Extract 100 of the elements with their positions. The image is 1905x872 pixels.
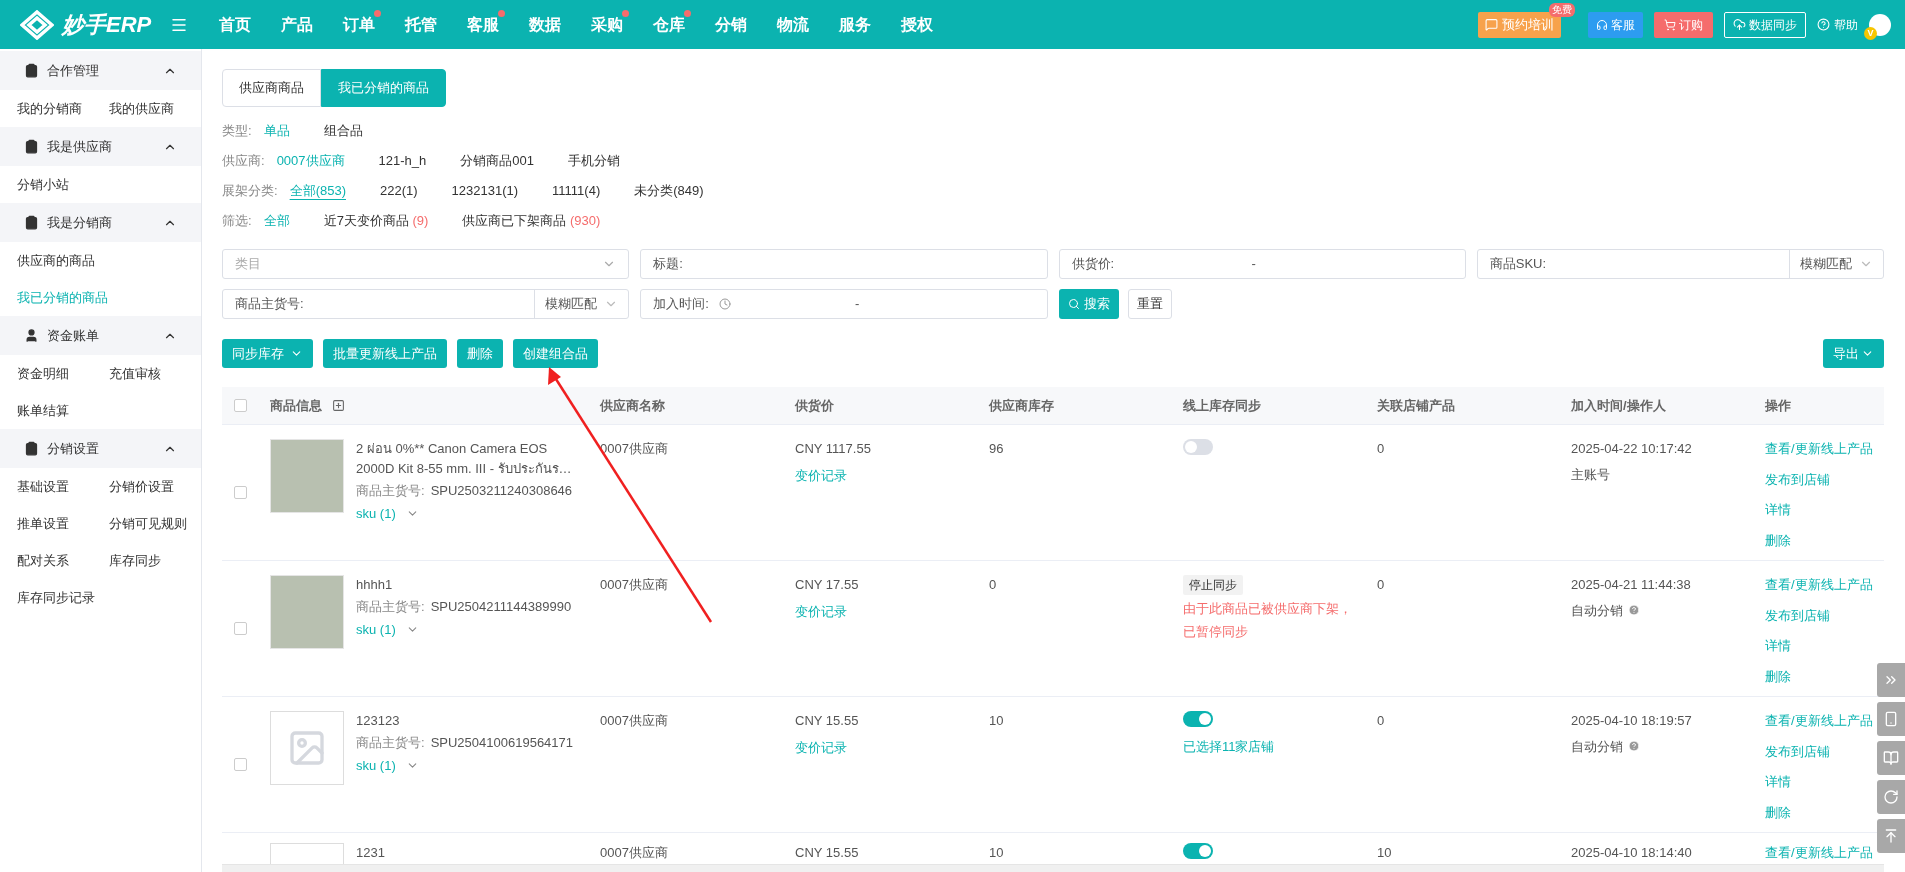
toolbar-button[interactable]: 批量更新线上产品	[323, 339, 447, 368]
nav-item[interactable]: 客服	[452, 12, 514, 37]
sidebar-item[interactable]: 资金明细	[17, 355, 109, 392]
float-tool-button[interactable]	[1877, 702, 1905, 736]
float-tool-button[interactable]	[1877, 819, 1905, 853]
price-history-link[interactable]: 变价记录	[795, 465, 847, 485]
sidebar-item[interactable]: 分销价设置	[109, 468, 201, 505]
sidebar-item[interactable]: 我的供应商	[109, 90, 201, 127]
service-button[interactable]: 客服	[1588, 11, 1643, 38]
select-all-checkbox[interactable]	[234, 399, 247, 412]
filter-option[interactable]: 0007供应商	[276, 151, 345, 171]
help-link[interactable]: 帮助	[1817, 15, 1858, 34]
order-button[interactable]: 订购	[1654, 11, 1713, 38]
expand-icon[interactable]	[332, 399, 345, 412]
sidebar-item[interactable]: 我的分销商	[17, 90, 109, 127]
nav-item[interactable]: 仓库	[638, 12, 700, 37]
spu-input[interactable]: 商品主货号: 模糊匹配	[222, 289, 630, 319]
sku-toggle[interactable]: sku (1)	[356, 756, 586, 776]
action-link[interactable]: 查看/更新线上产品	[1765, 439, 1873, 459]
sku-input[interactable]: 商品SKU: 模糊匹配	[1476, 249, 1884, 279]
filter-option[interactable]: 组合品	[323, 121, 363, 141]
export-button[interactable]: 导出	[1823, 339, 1884, 368]
nav-item[interactable]: 数据	[514, 12, 576, 37]
price-history-link[interactable]: 变价记录	[795, 737, 847, 757]
price-range-input[interactable]: 供货价: -	[1058, 249, 1466, 279]
nav-item[interactable]: 产品	[266, 12, 328, 37]
sidebar-item[interactable]: 推单设置	[17, 505, 109, 542]
action-link[interactable]: 发布到店铺	[1765, 605, 1830, 625]
nav-item[interactable]: 采购	[576, 12, 638, 37]
filter-option[interactable]: 近7天变价商品 (9)	[323, 211, 429, 231]
toolbar-button[interactable]: 删除	[457, 339, 503, 368]
float-tool-button[interactable]	[1877, 663, 1905, 697]
float-tool-button[interactable]	[1877, 741, 1905, 775]
toolbar-button[interactable]: 同步库存	[222, 339, 313, 368]
sidebar-item[interactable]: 库存同步	[109, 542, 201, 579]
action-link[interactable]: 详情	[1765, 772, 1791, 792]
sidebar-item[interactable]: 我已分销的商品	[17, 279, 201, 316]
sidebar-item[interactable]: 配对关系	[17, 542, 109, 579]
filter-option[interactable]: 222(1)	[380, 181, 418, 201]
row-checkbox[interactable]	[234, 758, 247, 771]
filter-option[interactable]: 全部(853)	[289, 181, 346, 201]
action-link[interactable]: 查看/更新线上产品	[1765, 575, 1873, 595]
nav-item[interactable]: 分销	[700, 12, 762, 37]
action-link[interactable]: 查看/更新线上产品	[1765, 711, 1873, 731]
action-link[interactable]: 发布到店铺	[1765, 741, 1830, 761]
reset-button[interactable]: 重置	[1127, 289, 1172, 319]
filter-option[interactable]: 未分类(849)	[634, 181, 704, 201]
action-link[interactable]: 删除	[1765, 666, 1791, 686]
filter-option[interactable]: 分销商品001	[460, 151, 534, 171]
category-select[interactable]: 类目	[222, 249, 630, 279]
nav-item[interactable]: 首页	[204, 12, 266, 37]
nav-item[interactable]: 物流	[762, 12, 824, 37]
match-select[interactable]: 模糊匹配	[534, 290, 629, 318]
sidebar-item[interactable]: 分销小站	[17, 166, 109, 203]
sidebar-item[interactable]: 账单结算	[17, 392, 109, 429]
data-sync-button[interactable]: 数据同步	[1724, 11, 1806, 38]
filter-option[interactable]: 单品	[263, 121, 290, 141]
action-link[interactable]: 查看/更新线上产品	[1765, 843, 1873, 863]
sync-switch[interactable]	[1183, 843, 1213, 859]
nav-item[interactable]: 订单	[328, 12, 390, 37]
filter-option[interactable]: 1232131(1)	[451, 181, 519, 201]
tab[interactable]: 我已分销的商品	[321, 69, 446, 107]
sidebar-group-header[interactable]: 资金账单	[0, 316, 201, 355]
title-input[interactable]: 标题:	[640, 249, 1048, 279]
float-tool-button[interactable]	[1877, 780, 1905, 814]
sidebar-group-header[interactable]: 我是分销商	[0, 203, 201, 242]
sidebar-item[interactable]: 基础设置	[17, 468, 109, 505]
action-link[interactable]: 删除	[1765, 802, 1791, 822]
sidebar-item[interactable]: 充值审核	[109, 355, 201, 392]
sidebar-group-header[interactable]: 合作管理	[0, 51, 201, 90]
filter-option[interactable]: 121-h_h	[378, 151, 427, 171]
search-button[interactable]: 搜索	[1058, 289, 1119, 319]
sidebar-group-header[interactable]: 分销设置	[0, 429, 201, 468]
action-link[interactable]: 详情	[1765, 636, 1791, 656]
nav-item[interactable]: 服务	[824, 12, 886, 37]
date-range-input[interactable]: 加入时间: -	[640, 289, 1048, 319]
match-select[interactable]: 模糊匹配	[1789, 250, 1883, 278]
filter-option[interactable]: 供应商已下架商品 (930)	[462, 211, 601, 231]
sync-switch[interactable]	[1183, 711, 1213, 727]
action-link[interactable]: 发布到店铺	[1765, 469, 1830, 489]
sidebar-item[interactable]: 库存同步记录	[17, 579, 109, 616]
help-icon[interactable]	[1628, 740, 1640, 753]
action-link[interactable]: 删除	[1765, 530, 1791, 550]
action-link[interactable]: 详情	[1765, 500, 1791, 520]
sidebar-item[interactable]: 分销可见规则	[109, 505, 201, 542]
price-history-link[interactable]: 变价记录	[795, 601, 847, 621]
help-icon[interactable]	[1628, 604, 1640, 617]
sku-toggle[interactable]: sku (1)	[356, 504, 586, 524]
filter-option[interactable]: 11111(4)	[552, 181, 601, 201]
sku-toggle[interactable]: sku (1)	[356, 620, 586, 640]
horizontal-scrollbar[interactable]	[222, 864, 1884, 872]
row-checkbox[interactable]	[234, 486, 247, 499]
row-checkbox[interactable]	[234, 622, 247, 635]
nav-item[interactable]: 托管	[390, 12, 452, 37]
nav-item[interactable]: 授权	[886, 12, 948, 37]
filter-option[interactable]: 手机分销	[567, 151, 620, 171]
toolbar-button[interactable]: 创建组合品	[513, 339, 598, 368]
sidebar-item[interactable]: 供应商的商品	[17, 242, 201, 279]
sync-switch[interactable]	[1183, 439, 1213, 455]
filter-option[interactable]: 全部	[263, 211, 290, 231]
